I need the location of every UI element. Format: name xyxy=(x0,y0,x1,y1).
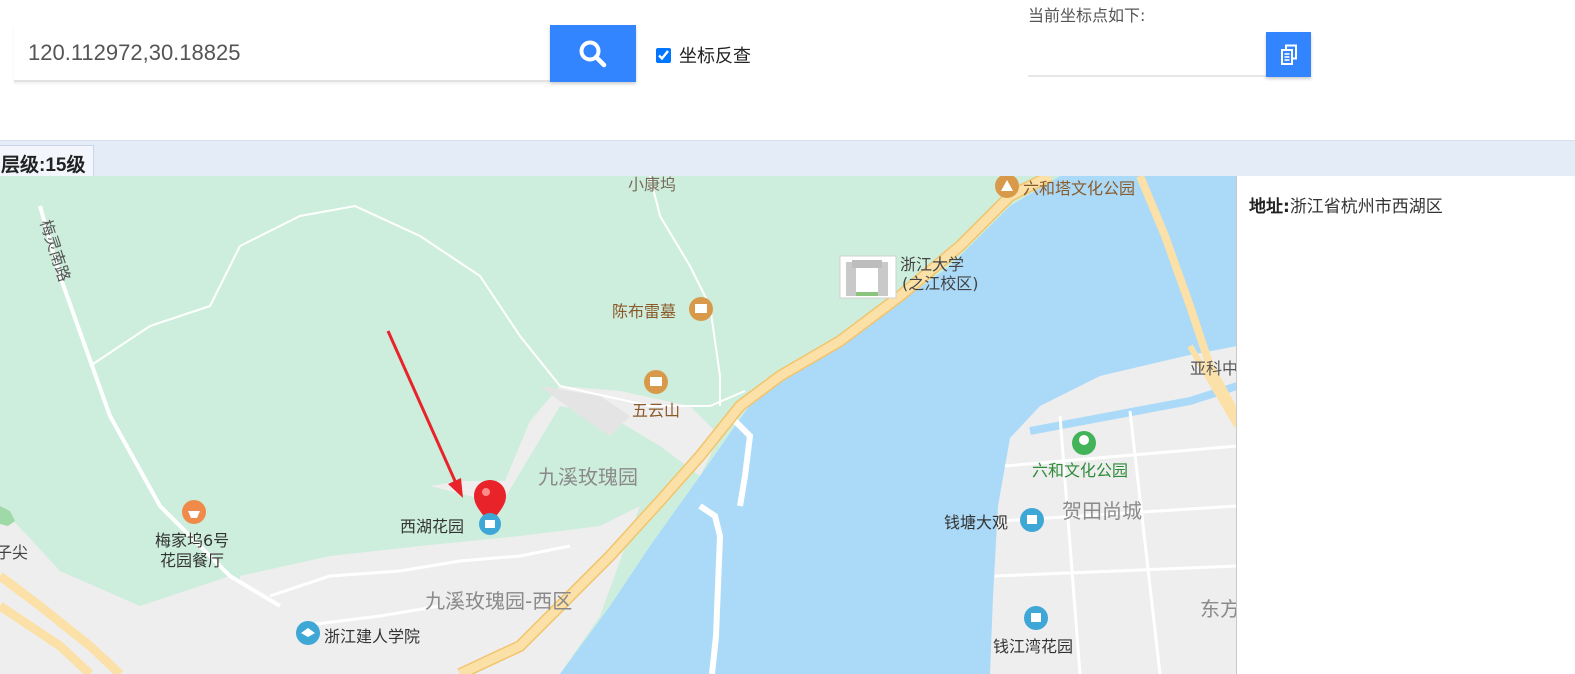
coordinate-output-box xyxy=(1028,32,1311,77)
label-wuyunshan: 五云山 xyxy=(632,401,680,420)
toolbar: 坐标反查 当前坐标点如下: xyxy=(0,0,1575,140)
label-yake: 亚科中 xyxy=(1190,359,1237,378)
poi-liuhe-culture-park[interactable] xyxy=(1072,431,1096,455)
search-button[interactable] xyxy=(550,25,636,82)
poi-qianjiang-bay[interactable] xyxy=(1024,606,1048,630)
label-zju-line1: 浙江大学 xyxy=(900,255,964,274)
poi-zju[interactable] xyxy=(839,255,897,299)
label-meijiawu-line1: 梅家坞6号 xyxy=(155,531,229,550)
zoom-level-tab: 层级:15级 xyxy=(0,145,95,176)
zoom-bar: 层级:15级 xyxy=(0,140,1575,176)
map-view[interactable]: 小康坞 六和塔文化公园 浙江大学 (之江校区) 陈布雷墓 五云山 亚科中 六和文… xyxy=(0,176,1237,674)
label-qiantang-daguan: 钱塘大观 xyxy=(944,513,1008,532)
label-jiuxi-rose: 九溪玫瑰园 xyxy=(538,465,638,489)
search-bar xyxy=(14,25,636,82)
address-value: 浙江省杭州市西湖区 xyxy=(1289,197,1443,217)
label-xiaokangwu: 小康坞 xyxy=(628,176,676,194)
label-liuhe-pagoda-park: 六和塔文化公园 xyxy=(1023,179,1135,198)
label-jian: 子尖 xyxy=(0,543,28,562)
zoom-level-label: 层级: xyxy=(1,155,46,176)
search-icon xyxy=(579,40,607,67)
poi-zhejiang-jianren[interactable] xyxy=(296,621,320,645)
label-meijiawu-line2: 花园餐厅 xyxy=(160,551,224,570)
copy-button[interactable] xyxy=(1266,32,1311,77)
label-qianjiang-bay: 钱江湾花园 xyxy=(993,637,1073,656)
label-zhejiang-jianren: 浙江建人学院 xyxy=(324,627,420,646)
reverse-lookup-toggle[interactable]: 坐标反查 xyxy=(656,42,751,68)
coordinate-search-input[interactable] xyxy=(14,25,550,82)
label-zju-line2: (之江校区) xyxy=(902,274,979,293)
poi-chenbulei[interactable] xyxy=(689,297,713,321)
label-chenbulei: 陈布雷墓 xyxy=(612,302,676,321)
reverse-lookup-label: 坐标反查 xyxy=(679,46,751,67)
info-panel: 地址:浙江省杭州市西湖区 xyxy=(1237,176,1575,674)
map-canvas: 小康坞 六和塔文化公园 浙江大学 (之江校区) 陈布雷墓 五云山 亚科中 六和文… xyxy=(0,176,1237,674)
reverse-lookup-checkbox[interactable] xyxy=(656,47,671,63)
label-xihu-garden: 西湖花园 xyxy=(400,517,464,536)
label-liuhe-culture-park: 六和文化公园 xyxy=(1032,461,1128,480)
poi-qiantang-daguan[interactable] xyxy=(1020,508,1044,532)
label-hetian: 贺田尚城 xyxy=(1062,499,1142,523)
poi-meijiawu[interactable] xyxy=(182,500,206,524)
coordinate-output-field[interactable] xyxy=(1028,32,1266,77)
label-dongfang: 东方 xyxy=(1200,597,1237,621)
coordinate-title: 当前坐标点如下: xyxy=(1028,6,1146,25)
poi-wuyunshan[interactable] xyxy=(644,370,668,394)
address-label: 地址: xyxy=(1249,197,1290,217)
zoom-level-value: 15级 xyxy=(45,155,86,176)
copy-icon xyxy=(1280,44,1297,65)
label-jiuxi-rose-west: 九溪玫瑰园-西区 xyxy=(425,589,572,613)
poi-xihu-garden-icon[interactable] xyxy=(479,513,501,535)
